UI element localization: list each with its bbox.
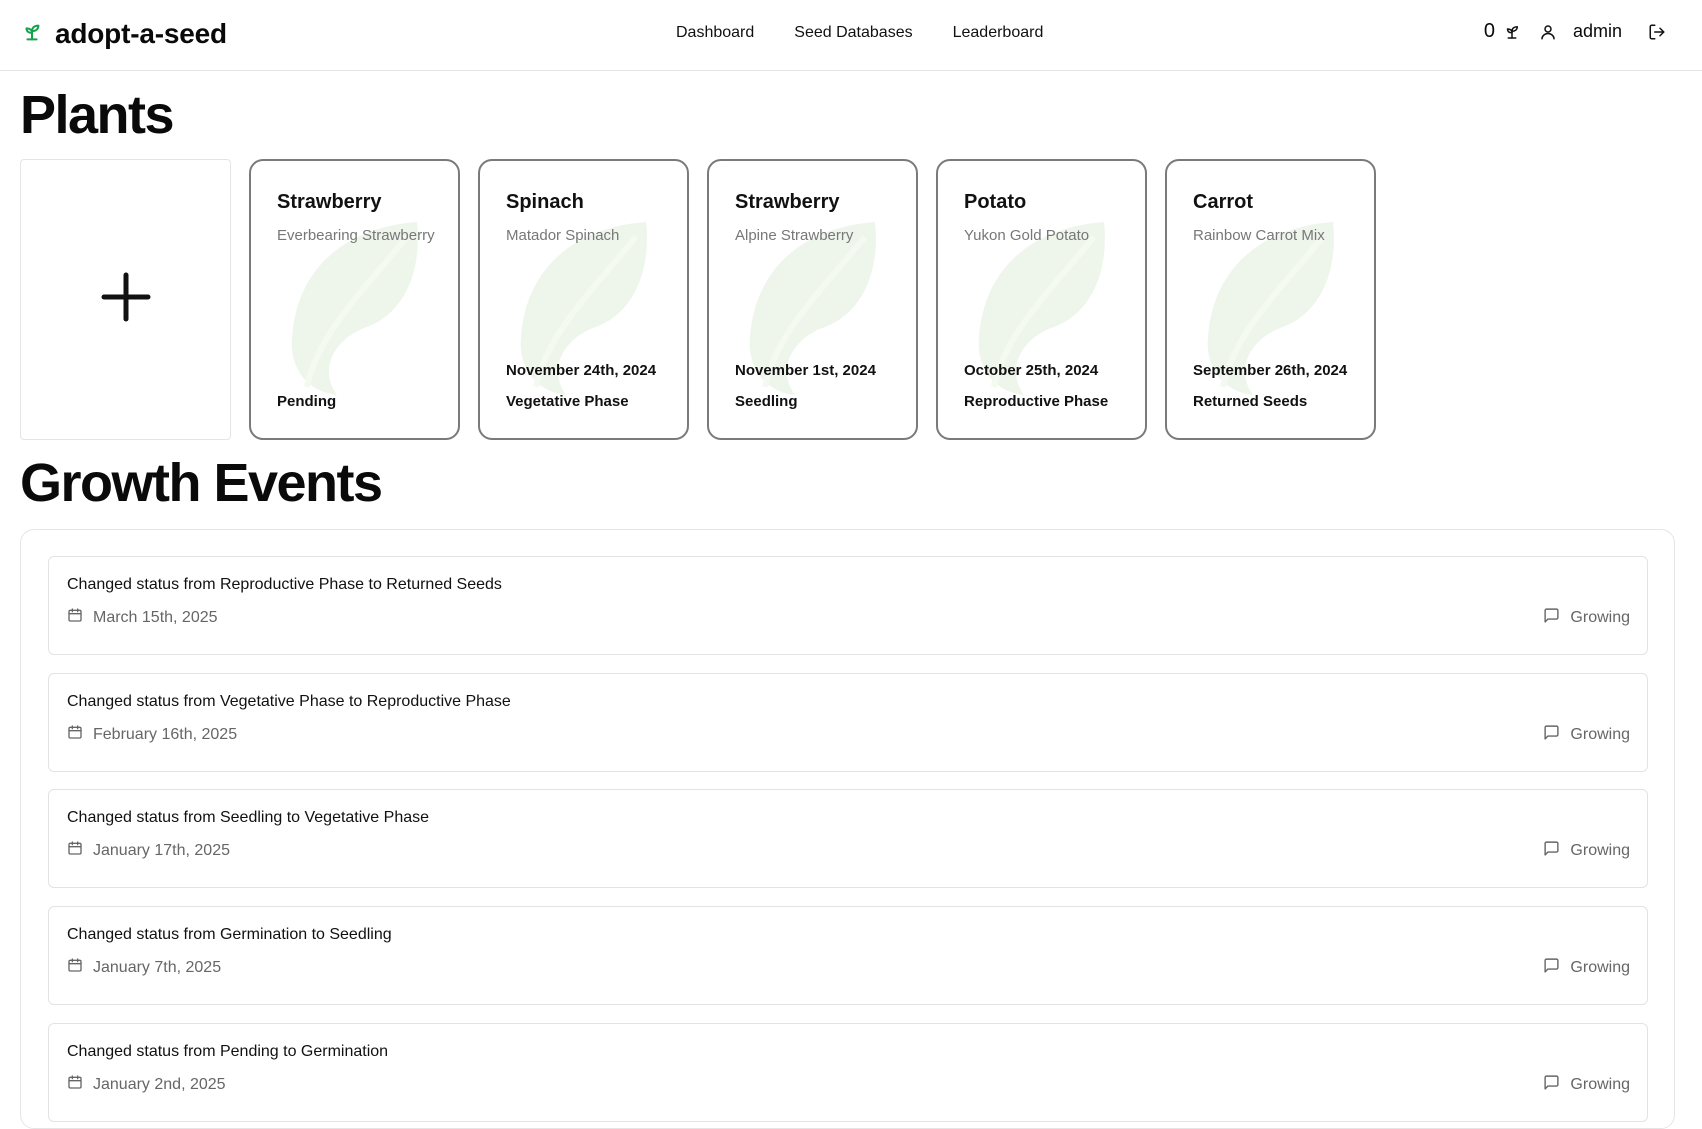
plant-name: Potato xyxy=(964,191,1027,213)
nav-seed-databases[interactable]: Seed Databases xyxy=(794,24,912,42)
plus-icon xyxy=(100,271,152,328)
growth-event-item[interactable]: Changed status from Germination to Seedl… xyxy=(48,906,1648,1005)
seed-count: 0 xyxy=(1483,20,1495,42)
sprout-icon xyxy=(1503,23,1521,41)
event-date-row: February 16th, 2025 xyxy=(67,724,237,745)
event-date: January 2nd, 2025 xyxy=(93,1075,226,1093)
event-tag-row: Growing xyxy=(1543,607,1630,629)
event-date: January 17th, 2025 xyxy=(93,841,230,859)
comment-icon xyxy=(1543,957,1560,979)
growth-event-item[interactable]: Changed status from Seedling to Vegetati… xyxy=(48,789,1648,888)
growth-event-item[interactable]: Changed status from Pending to Germinati… xyxy=(48,1023,1648,1122)
plant-date: September 26th, 2024 xyxy=(1193,362,1348,379)
user-area: 0 admin xyxy=(1484,20,1666,43)
leaf-icon xyxy=(291,222,418,395)
event-date: January 7th, 2025 xyxy=(93,958,222,976)
plant-variety: Matador Spinach xyxy=(506,227,620,244)
event-tag: Growing xyxy=(1570,1076,1630,1093)
calendar-icon xyxy=(67,957,83,978)
plant-status: Pending xyxy=(277,393,337,410)
comment-icon xyxy=(1543,607,1560,629)
plant-date: November 1st, 2024 xyxy=(735,362,876,379)
username[interactable]: admin xyxy=(1573,21,1622,42)
nav-leaderboard[interactable]: Leaderboard xyxy=(953,24,1044,42)
plant-status: Seedling xyxy=(735,393,798,410)
comment-icon xyxy=(1543,1074,1560,1096)
main-nav: Dashboard Seed Databases Leaderboard xyxy=(676,24,1043,42)
plant-name: Strawberry xyxy=(277,191,382,213)
plant-card[interactable]: Spinach Matador Spinach November 24th, 2… xyxy=(478,159,689,440)
event-date-row: March 15th, 2025 xyxy=(67,607,218,628)
calendar-icon xyxy=(67,724,83,745)
growth-events-panel[interactable]: Changed status from Reproductive Phase t… xyxy=(20,529,1675,1129)
plant-name: Carrot xyxy=(1193,191,1254,213)
nav-dashboard[interactable]: Dashboard xyxy=(676,24,754,42)
event-text: Changed status from Seedling to Vegetati… xyxy=(67,809,430,826)
event-tag-row: Growing xyxy=(1543,724,1630,746)
event-text: Changed status from Germination to Seedl… xyxy=(67,926,392,943)
plant-card[interactable]: Strawberry Everbearing Strawberry Pendin… xyxy=(249,159,460,440)
event-text: Changed status from Reproductive Phase t… xyxy=(67,576,502,593)
event-tag-row: Growing xyxy=(1543,840,1630,862)
growth-events-title: Growth Events xyxy=(20,453,383,513)
add-plant-button[interactable] xyxy=(20,159,231,440)
event-date-row: January 17th, 2025 xyxy=(67,840,230,861)
plant-card[interactable]: Strawberry Alpine Strawberry November 1s… xyxy=(707,159,918,440)
logout-icon[interactable] xyxy=(1648,23,1666,41)
event-date-row: January 7th, 2025 xyxy=(67,957,221,978)
calendar-icon xyxy=(67,840,83,861)
growth-event-item[interactable]: Changed status from Reproductive Phase t… xyxy=(48,556,1648,655)
plant-name: Spinach xyxy=(506,191,584,213)
plants-title: Plants xyxy=(20,85,175,145)
plant-cards: Strawberry Everbearing Strawberry Pendin… xyxy=(20,159,1376,440)
growth-event-item[interactable]: Changed status from Vegetative Phase to … xyxy=(48,673,1648,772)
plant-status: Vegetative Phase xyxy=(506,393,629,410)
calendar-icon xyxy=(67,607,83,628)
event-tag: Growing xyxy=(1570,959,1630,976)
user-icon[interactable] xyxy=(1539,23,1557,41)
top-header: adopt-a-seed Dashboard Seed Databases Le… xyxy=(0,0,1702,71)
plant-variety: Yukon Gold Potato xyxy=(964,227,1090,244)
comment-icon xyxy=(1543,840,1560,862)
plant-card[interactable]: Carrot Rainbow Carrot Mix September 26th… xyxy=(1165,159,1376,440)
plant-variety: Everbearing Strawberry xyxy=(277,227,435,244)
plant-card[interactable]: Potato Yukon Gold Potato October 25th, 2… xyxy=(936,159,1147,440)
app-name: adopt-a-seed xyxy=(55,18,227,49)
plant-variety: Alpine Strawberry xyxy=(735,227,854,244)
event-tag: Growing xyxy=(1570,726,1630,743)
calendar-icon xyxy=(67,1074,83,1095)
event-date: March 15th, 2025 xyxy=(93,608,218,626)
plant-status: Reproductive Phase xyxy=(964,393,1109,410)
event-tag: Growing xyxy=(1570,609,1630,626)
plant-status: Returned Seeds xyxy=(1193,393,1308,410)
event-tag-row: Growing xyxy=(1543,957,1630,979)
sprout-icon xyxy=(21,21,43,48)
plant-date: October 25th, 2024 xyxy=(964,362,1099,379)
event-tag-row: Growing xyxy=(1543,1074,1630,1096)
event-text: Changed status from Pending to Germinati… xyxy=(67,1043,389,1060)
plant-name: Strawberry xyxy=(735,191,840,213)
plant-date: November 24th, 2024 xyxy=(506,362,657,379)
plant-variety: Rainbow Carrot Mix xyxy=(1193,227,1325,244)
event-date: February 16th, 2025 xyxy=(93,725,238,743)
event-tag: Growing xyxy=(1570,842,1630,859)
event-date-row: January 2nd, 2025 xyxy=(67,1074,226,1095)
comment-icon xyxy=(1543,724,1560,746)
event-text: Changed status from Vegetative Phase to … xyxy=(67,693,511,710)
brand[interactable]: adopt-a-seed xyxy=(21,18,227,50)
